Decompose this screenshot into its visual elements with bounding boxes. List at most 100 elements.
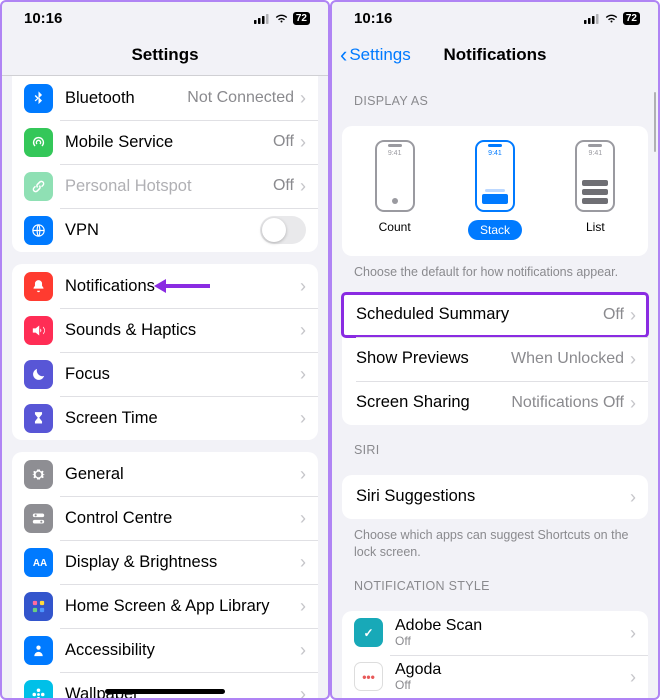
siri-group: Siri Suggestions›: [342, 475, 648, 519]
row-label: Personal Hotspot: [65, 177, 273, 196]
back-label: Settings: [349, 45, 410, 65]
row-focus[interactable]: Focus›: [12, 352, 318, 396]
row-label: Mobile Service: [65, 133, 273, 152]
settings-list[interactable]: BluetoothNot Connected›Mobile ServiceOff…: [2, 76, 328, 700]
row-previews[interactable]: Show PreviewsWhen Unlocked ›: [342, 337, 648, 381]
bluetooth-icon: [24, 84, 53, 113]
row-label: Scheduled Summary: [356, 305, 603, 324]
phone-preview-icon: 9:41: [375, 140, 415, 212]
svg-text:AA: AA: [33, 558, 47, 569]
flower-icon: [24, 680, 53, 700]
row-scheduled[interactable]: Scheduled SummaryOff ›: [342, 293, 648, 337]
settings-group: General›Control Centre›AADisplay & Brigh…: [12, 452, 318, 700]
signal-icon: [584, 13, 600, 24]
app-status: Off: [395, 679, 630, 693]
signal-icon: [254, 13, 270, 24]
app-labels: Adobe ScanOff: [395, 617, 630, 649]
chevron-right-icon: ›: [300, 277, 306, 295]
phone-preview-icon: 9:41: [475, 140, 515, 212]
apps-group: ✓Adobe ScanOff›•••AgodaOff›AAJIOOff›aAma…: [342, 611, 648, 700]
notifications-list[interactable]: Display As9:41Count9:41Stack9:41ListChoo…: [332, 76, 658, 700]
app-status: Off: [395, 635, 630, 649]
notifications-screen: 10:16 72 ‹ Settings Notifications Displa…: [330, 0, 660, 700]
page-title: Settings: [131, 45, 198, 65]
grid-icon: [24, 592, 53, 621]
row-label: Screen Sharing: [356, 393, 511, 412]
row-value: Off: [603, 306, 624, 324]
chevron-right-icon: ›: [300, 553, 306, 571]
chevron-right-icon: ›: [630, 668, 636, 686]
row-bluetooth[interactable]: BluetoothNot Connected›: [12, 76, 318, 120]
status-time: 10:16: [24, 10, 62, 27]
row-label: Home Screen & App Library: [65, 597, 300, 616]
row-label: Display & Brightness: [65, 553, 300, 572]
row-wallpaper[interactable]: Wallpaper›: [12, 672, 318, 700]
app-icon: ✓: [354, 618, 383, 647]
app-row-agoda[interactable]: ••• AgodaOff›: [342, 655, 648, 699]
row-general[interactable]: General›: [12, 452, 318, 496]
section-footer: Choose the default for how notifications…: [332, 256, 658, 281]
battery-icon: 72: [293, 12, 310, 25]
chevron-right-icon: ›: [630, 350, 636, 368]
row-value: When Unlocked: [511, 350, 624, 368]
row-mobile[interactable]: Mobile ServiceOff›: [12, 120, 318, 164]
phone-preview-icon: 9:41: [575, 140, 615, 212]
row-label: Control Centre: [65, 509, 300, 528]
settings-group: BluetoothNot Connected›Mobile ServiceOff…: [12, 76, 318, 252]
chevron-right-icon: ›: [300, 509, 306, 527]
row-hotspot[interactable]: Personal HotspotOff›: [12, 164, 318, 208]
home-indicator[interactable]: [105, 689, 225, 694]
row-label: Show Previews: [356, 349, 511, 368]
chevron-left-icon: ‹: [340, 44, 347, 66]
display-option-stack[interactable]: 9:41Stack: [468, 140, 522, 240]
row-value: Not Connected: [187, 89, 294, 107]
chevron-right-icon: ›: [630, 306, 636, 324]
row-vpn[interactable]: VPN: [12, 208, 318, 252]
toggle[interactable]: [260, 216, 306, 244]
display-as-options: 9:41Count 9:41Stack 9:41List: [342, 126, 648, 256]
row-label: Accessibility: [65, 641, 300, 660]
row-accessibility[interactable]: Accessibility›: [12, 628, 318, 672]
chevron-right-icon: ›: [300, 597, 306, 615]
display-option-count[interactable]: 9:41Count: [375, 140, 415, 240]
scroll-indicator: [654, 92, 657, 152]
app-row-adobe[interactable]: ✓ Adobe ScanOff›: [342, 611, 648, 655]
nav-bar: ‹ Settings Notifications: [332, 34, 658, 76]
status-bar: 10:16 72: [2, 2, 328, 34]
row-display[interactable]: AA Display & Brightness›: [12, 540, 318, 584]
status-bar: 10:16 72: [332, 2, 658, 34]
row-control[interactable]: Control Centre›: [12, 496, 318, 540]
chevron-right-icon: ›: [300, 465, 306, 483]
section-header-siri: Siri: [332, 425, 658, 463]
app-name: Agoda: [395, 661, 630, 679]
row-value: Off: [273, 133, 294, 151]
settings-screen: 10:16 72 Settings BluetoothNot Connected…: [0, 0, 330, 700]
app-icon: •••: [354, 662, 383, 691]
row-sharing[interactable]: Screen SharingNotifications Off›: [342, 381, 648, 425]
app-labels: AgodaOff: [395, 661, 630, 693]
back-button[interactable]: ‹ Settings: [340, 44, 411, 66]
row-label: Screen Time: [65, 409, 300, 428]
chevron-right-icon: ›: [630, 394, 636, 412]
person-icon: [24, 636, 53, 665]
summary-group: Scheduled SummaryOff›Show PreviewsWhen U…: [342, 293, 648, 425]
chevron-right-icon: ›: [630, 624, 636, 642]
status-time: 10:16: [354, 10, 392, 27]
chevron-right-icon: ›: [300, 365, 306, 383]
row-value: Off: [273, 177, 294, 195]
app-name: Adobe Scan: [395, 617, 630, 635]
row-sounds[interactable]: Sounds & Haptics›: [12, 308, 318, 352]
hourglass-icon: [24, 404, 53, 433]
status-icons: 72: [584, 12, 640, 25]
bell-icon: [24, 272, 53, 301]
section-footer: Choose which apps can suggest Shortcuts …: [332, 519, 658, 561]
row-screentime[interactable]: Screen Time›: [12, 396, 318, 440]
link-icon: [24, 172, 53, 201]
switches-icon: [24, 504, 53, 533]
nav-bar: Settings: [2, 34, 328, 76]
display-option-list[interactable]: 9:41List: [575, 140, 615, 240]
row-siri-suggestions[interactable]: Siri Suggestions›: [342, 475, 648, 519]
battery-icon: 72: [623, 12, 640, 25]
row-notifications[interactable]: Notifications›: [12, 264, 318, 308]
row-homescreen[interactable]: Home Screen & App Library›: [12, 584, 318, 628]
